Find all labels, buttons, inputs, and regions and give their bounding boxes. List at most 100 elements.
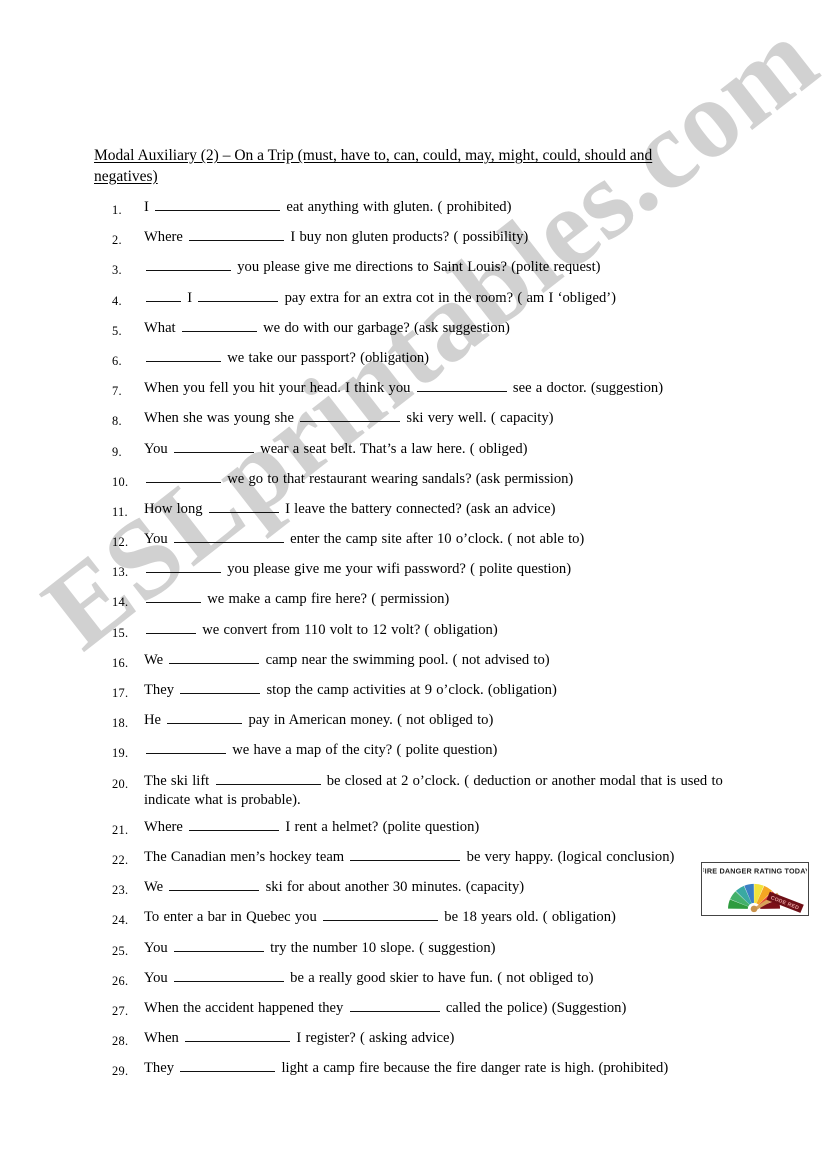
item-number: 26. [112,973,129,988]
document-content: Modal Auxiliary (2) – On a Trip (must, h… [0,0,826,1169]
item-text: Where I rent a helmet? (polite question) [144,818,480,835]
item-text: What we do with our garbage? (ask sugges… [144,319,510,336]
item-text: You try the number 10 slope. ( suggestio… [144,939,496,956]
list-item: 1. I eat anything with gluten. ( prohibi… [112,198,737,220]
item-text: When the accident happened they called t… [144,999,627,1016]
item-number: 17. [112,686,129,700]
answer-blank[interactable] [146,590,201,604]
list-item: 21. Where I rent a helmet? (polite quest… [112,818,737,840]
answer-blank[interactable] [185,1029,291,1043]
list-item: 10. we go to that restaurant wearing san… [112,470,737,492]
list-item: 14. we make a camp fire here? ( permissi… [112,590,737,612]
list-item: 2. Where I buy non gluten products? ( po… [112,228,737,250]
list-item: 17. They stop the camp activities at 9 o… [112,681,737,703]
answer-blank[interactable] [146,621,196,634]
item-text: They stop the camp activities at 9 o’clo… [144,681,557,698]
answer-blank[interactable] [146,741,226,755]
item-number: 18. [112,716,129,731]
answer-blank[interactable] [146,560,221,574]
item-text: You wear a seat belt. That’s a law here.… [144,440,528,457]
item-number: 19. [112,746,129,761]
item-number: 12. [112,535,129,550]
fire-danger-gauge-icon: FIRE DANGER RATING TODAY CODE RED [703,864,807,914]
item-number: 22. [112,852,129,867]
list-item: 5. What we do with our garbage? (ask sug… [112,319,737,341]
list-item: 20. The ski lift be closed at 2 o’clock.… [112,772,737,810]
item-number: 20. [112,776,129,791]
item-text: You be a really good skier to have fun. … [144,969,594,986]
answer-blank[interactable] [173,530,284,544]
answer-blank[interactable] [350,848,461,861]
item-number: 8. [112,414,122,429]
item-text: you please give me your wifi password? (… [144,560,737,579]
item-number: 25. [112,943,129,958]
item-text: we take our passport? (obligation) [144,349,737,368]
item-text: The Canadian men’s hockey team be very h… [144,848,675,865]
answer-blank[interactable] [189,228,285,242]
item-number: 21. [112,822,129,837]
answer-blank[interactable] [181,319,257,332]
fire-heading-text: FIRE DANGER RATING TODAY [703,867,807,875]
item-number: 13. [112,565,129,580]
item-number: 10. [112,474,129,489]
answer-blank[interactable] [146,289,181,302]
answer-blank[interactable] [169,651,260,664]
answer-blank[interactable] [180,1059,276,1073]
item-number: 28. [112,1034,129,1049]
answer-blank[interactable] [215,772,321,785]
answer-blank[interactable] [173,939,264,952]
answer-blank[interactable] [416,379,507,393]
list-item: 13. you please give me your wifi passwor… [112,560,737,582]
list-item: 28. When I register? ( asking advice) [112,1029,737,1051]
item-number: 23. [112,883,129,898]
item-number: 16. [112,655,129,670]
answer-blank[interactable] [208,500,279,513]
item-text: we convert from 110 volt to 12 volt? ( o… [144,621,737,640]
item-number: 1. [112,203,122,217]
item-text: We ski for about another 30 minutes. (ca… [144,878,525,896]
list-item: 23. We ski for about another 30 minutes.… [112,878,737,900]
answer-blank[interactable] [146,470,221,483]
item-number: 24. [112,913,129,928]
item-text: When I register? ( asking advice) [144,1029,455,1047]
item-text: we have a map of the city? ( polite ques… [144,741,737,760]
list-item: 3. you please give me directions to Sain… [112,258,737,280]
list-item: 29. They light a camp fire because the f… [112,1059,737,1081]
item-text: We camp near the swimming pool. ( not ad… [144,651,550,668]
answer-blank[interactable] [173,440,254,453]
list-item: 24. To enter a bar in Quebec you be 18 y… [112,908,737,930]
gauge-hub [750,905,758,913]
answer-blank[interactable] [173,969,284,982]
list-item: 6. we take our passport? (obligation) [112,349,737,371]
item-number: 6. [112,353,122,368]
list-item: 11. How long I leave the battery connect… [112,500,737,522]
answer-blank[interactable] [167,711,243,725]
item-text: You enter the camp site after 10 o’clock… [144,530,585,548]
list-item: 8. When she was young she ski very well.… [112,409,737,431]
item-number: 27. [112,1003,129,1018]
item-number: 5. [112,323,122,338]
list-item: 4. I pay extra for an extra cot in the r… [112,289,737,311]
answer-blank[interactable] [146,349,221,362]
page-title: Modal Auxiliary (2) – On a Trip (must, h… [94,147,653,185]
list-item: 12. You enter the camp site after 10 o’c… [112,530,737,552]
answer-blank[interactable] [169,878,260,892]
answer-blank[interactable] [300,409,401,423]
item-number: 7. [112,384,122,399]
answer-blank[interactable] [349,999,440,1012]
item-number: 2. [112,233,122,248]
list-item: 18. He pay in American money. ( not obli… [112,711,737,733]
item-text: He pay in American money. ( not obliged … [144,711,494,729]
list-item: 19. we have a map of the city? ( polite … [112,741,737,763]
answer-blank[interactable] [180,681,261,694]
answer-blank[interactable] [189,818,280,831]
answer-blank[interactable] [155,198,281,211]
answer-blank[interactable] [198,289,279,302]
worksheet-page: ESLprintables.com Modal Auxiliary (2) – … [0,0,826,1169]
item-text: They light a camp fire because the fire … [144,1059,669,1077]
item-number: 11. [112,504,128,519]
list-item: 9. You wear a seat belt. That’s a law he… [112,440,737,462]
answer-blank[interactable] [323,908,439,922]
item-text: The ski lift be closed at 2 o’clock. ( d… [144,772,723,808]
answer-blank[interactable] [146,258,231,272]
